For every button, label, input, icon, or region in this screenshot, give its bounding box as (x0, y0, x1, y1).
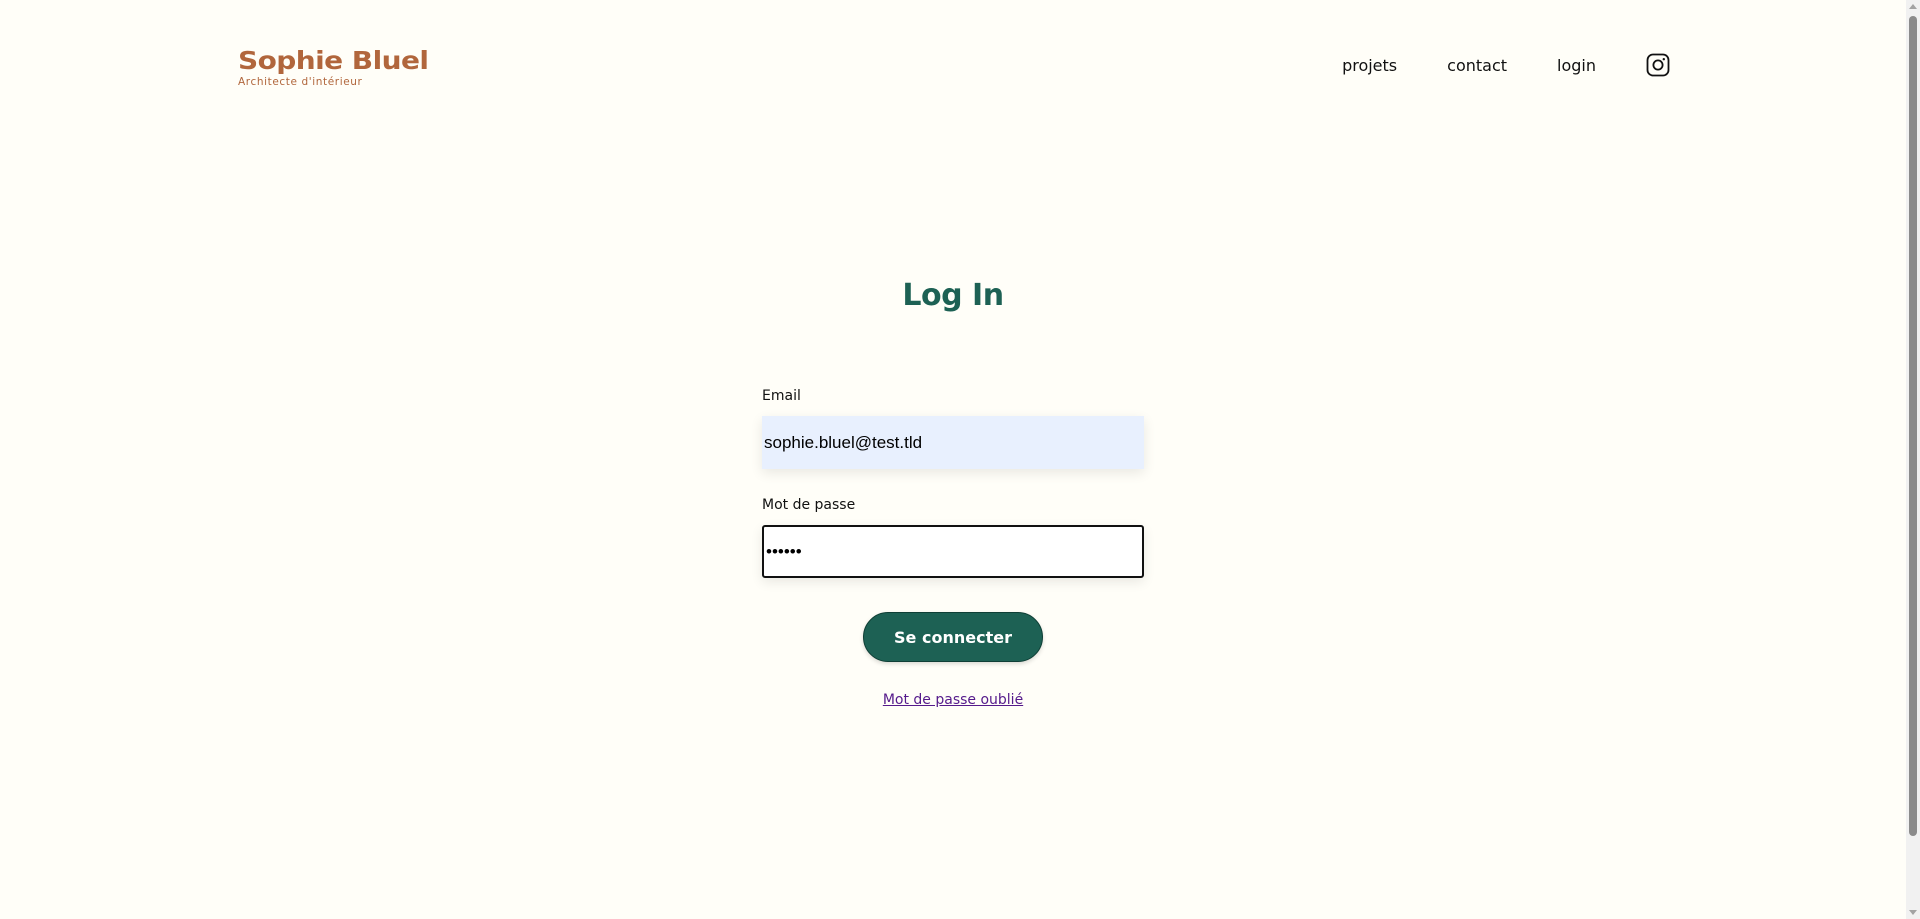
field-spacer (762, 469, 1144, 497)
login-button[interactable]: Se connecter (863, 612, 1043, 662)
scroll-down-arrow-icon[interactable] (1909, 910, 1917, 915)
password-label: Mot de passe (762, 497, 856, 513)
email-field[interactable] (762, 416, 1144, 469)
scrollbar[interactable] (1906, 0, 1920, 919)
instagram-icon-graphic (1646, 53, 1670, 77)
page-title: Log In (902, 278, 1004, 313)
email-label: Email (762, 388, 801, 404)
forgot-password-link[interactable]: Mot de passe oublié (762, 692, 1144, 708)
scroll-thumb[interactable] (1909, 16, 1917, 836)
instagram-icon[interactable] (1646, 53, 1670, 77)
login-form: Email Mot de passe Se connecter Mot de p… (762, 388, 1144, 708)
nav-link-projects[interactable]: projets (1342, 56, 1397, 75)
nav-link-contact[interactable]: contact (1447, 56, 1507, 75)
logo-name: Sophie Bluel (238, 46, 429, 75)
password-field[interactable] (762, 525, 1144, 578)
nav-link-login[interactable]: login (1557, 56, 1596, 75)
scroll-up-arrow-icon[interactable] (1909, 4, 1917, 9)
logo[interactable]: Sophie Bluel Architecte d'intérieur (238, 46, 429, 88)
main-nav: projets contact login (1292, 53, 1670, 77)
logo-subtitle: Architecte d'intérieur (238, 76, 363, 88)
